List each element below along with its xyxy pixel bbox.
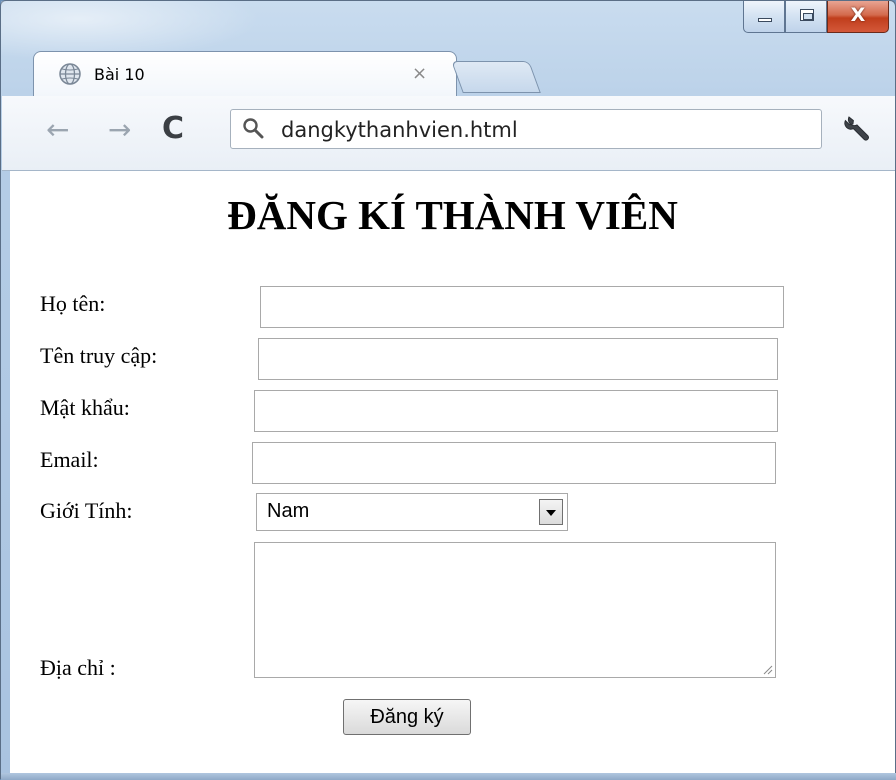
tab-close-icon[interactable]: × xyxy=(412,63,427,84)
wrench-icon[interactable] xyxy=(840,110,874,144)
address-bar[interactable]: dangkythanhvien.html xyxy=(230,109,822,149)
close-window-button[interactable]: X xyxy=(827,1,889,33)
fullname-input[interactable] xyxy=(260,286,784,328)
restore-icon xyxy=(800,9,814,21)
resize-grip-icon[interactable] xyxy=(761,663,773,675)
password-input[interactable] xyxy=(254,390,778,432)
page-content: ĐĂNG KÍ THÀNH VIÊN Họ tên: Tên truy cập:… xyxy=(10,171,895,773)
email-label: Email: xyxy=(40,447,99,472)
username-label: Tên truy cập: xyxy=(40,343,158,368)
browser-window: X Bài 10 × ← → C dangkythanhvien.html ĐĂ… xyxy=(0,0,896,780)
new-tab-button[interactable] xyxy=(451,61,541,93)
gender-selected-value: Nam xyxy=(267,500,310,522)
gender-label: Giới Tính: xyxy=(40,498,133,523)
maximize-button[interactable] xyxy=(785,1,827,33)
close-icon: X xyxy=(850,4,866,26)
tab-title: Bài 10 xyxy=(94,65,145,84)
register-button[interactable]: Đăng ký xyxy=(343,699,471,735)
search-icon xyxy=(243,118,264,139)
password-label: Mật khẩu: xyxy=(40,395,130,420)
page-title: ĐĂNG KÍ THÀNH VIÊN xyxy=(227,192,678,238)
address-text: dangkythanhvien.html xyxy=(281,118,518,142)
reload-icon[interactable]: C xyxy=(162,114,184,144)
minimize-icon xyxy=(758,18,772,22)
fullname-label: Họ tên: xyxy=(40,291,106,316)
gender-select[interactable]: Nam xyxy=(256,493,568,531)
globe-icon xyxy=(59,63,81,85)
dropdown-arrow-icon[interactable] xyxy=(539,499,563,525)
back-arrow-icon[interactable]: ← xyxy=(46,116,69,144)
minimize-button[interactable] xyxy=(743,1,785,33)
window-controls: X xyxy=(743,1,889,35)
address-textarea[interactable] xyxy=(254,542,776,678)
browser-toolbar: ← → C dangkythanhvien.html xyxy=(2,96,895,171)
forward-arrow-icon[interactable]: → xyxy=(108,116,131,144)
email-input[interactable] xyxy=(252,442,776,484)
address-label: Địa chỉ : xyxy=(40,655,116,680)
username-input[interactable] xyxy=(258,338,778,380)
tab-bai-10[interactable]: Bài 10 × xyxy=(33,51,457,97)
